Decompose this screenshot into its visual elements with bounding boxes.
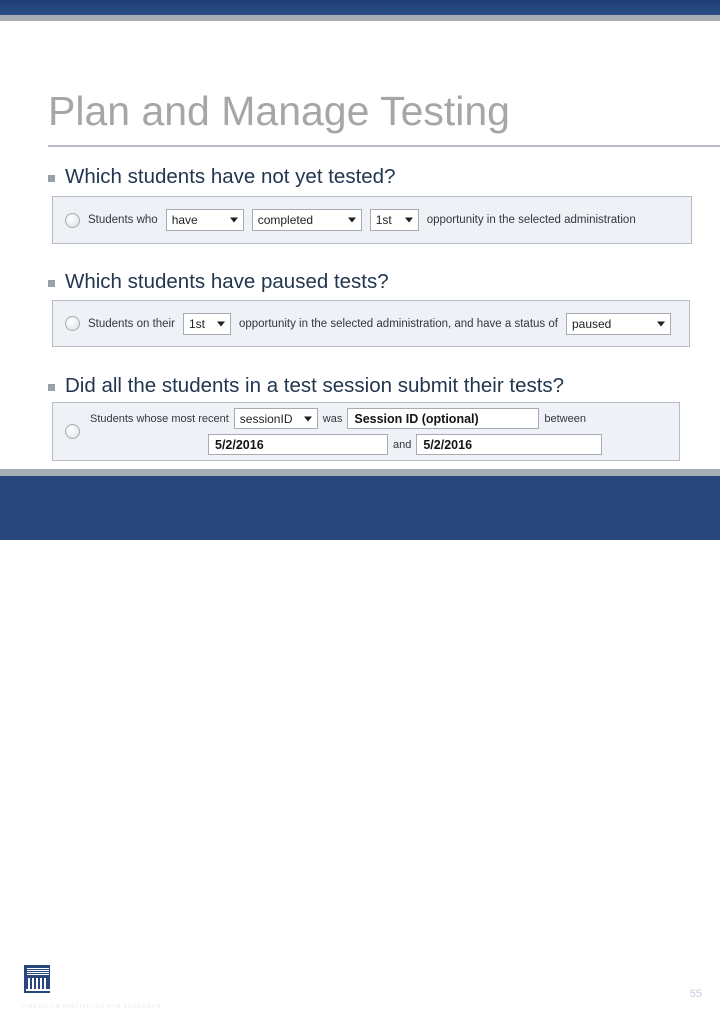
session-id-value: Session ID (optional) [354,412,478,426]
opportunity-select[interactable]: 1st [183,313,231,335]
opportunity-select[interactable]: 1st [370,209,419,231]
chevron-down-icon [405,218,413,223]
bullet-session-submit: Did all the students in a test session s… [48,374,708,398]
bullet-paused: Which students have paused tests? [48,270,708,294]
square-bullet-icon [48,175,55,182]
opportunity-select-value: 1st [189,317,205,331]
start-date-value: 5/2/2016 [215,438,264,452]
registered-mark-icon: ® [118,974,126,984]
session-criteria-row: Students whose most recent sessionID was… [90,408,602,429]
chevron-down-icon [348,218,356,223]
chevron-down-icon [217,321,225,326]
not-tested-radio[interactable] [65,213,80,228]
chevron-down-icon [230,218,238,223]
top-accent-bar-gray [0,15,720,21]
page-title: Plan and Manage Testing [48,88,698,134]
square-bullet-icon [48,280,55,287]
bullet-not-tested: Which students have not yet tested? [48,165,708,189]
session-date-row: 5/2/2016 and 5/2/2016 [90,434,602,455]
square-bullet-icon [48,384,55,391]
query-row: Students on their 1st opportunity in the… [53,301,689,346]
bullet-label: Which students have paused tests? [65,270,389,294]
top-accent-bar-blue [0,0,720,15]
status-select-value: paused [572,317,611,331]
opportunity-select-value: 1st [376,213,392,227]
paused-radio[interactable] [65,316,80,331]
students-on-their-label: Students on their [88,317,175,331]
chevron-down-icon [657,321,665,326]
completed-select[interactable]: completed [252,209,362,231]
query-wrap: Students whose most recent sessionID was… [53,403,679,460]
students-who-label: Students who [88,213,158,227]
query-panel-session[interactable]: Students whose most recent sessionID was… [52,402,680,461]
institute-building-icon [22,963,52,995]
air-logo: AIR® AMERICAN INSTITUTES FOR RESEARCH [22,963,161,1010]
chevron-down-icon [304,416,312,421]
start-date-input[interactable]: 5/2/2016 [208,434,388,455]
air-wordmark: AIR® [56,963,125,1000]
building-roof-shape [27,968,49,976]
footer-band: AIR® AMERICAN INSTITUTES FOR RESEARCH 55 [0,476,720,540]
footer-accent-bar-gray [0,469,720,476]
title-divider [48,145,720,147]
have-select-value: have [172,213,198,227]
status-select[interactable]: paused [566,313,671,335]
bullet-label: Did all the students in a test session s… [65,374,564,398]
and-label: and [393,438,411,452]
air-tagline: AMERICAN INSTITUTES FOR RESEARCH [22,1003,161,1010]
most-recent-label: Students whose most recent [90,412,229,426]
was-label: was [323,412,343,426]
opportunity-trailing-label: opportunity in the selected administrati… [427,213,636,227]
have-select[interactable]: have [166,209,244,231]
building-base-shape [26,989,50,991]
session-field-select-value: sessionID [240,412,293,426]
between-label: between [544,412,586,426]
session-id-input[interactable]: Session ID (optional) [347,408,539,429]
page-number: 55 [690,988,702,1000]
query-rows: Students whose most recent sessionID was… [90,408,602,455]
air-wordmark-text: AIR [56,965,118,1002]
end-date-input[interactable]: 5/2/2016 [416,434,602,455]
completed-select-value: completed [258,213,313,227]
query-panel-paused[interactable]: Students on their 1st opportunity in the… [52,300,690,347]
session-field-select[interactable]: sessionID [234,408,318,429]
air-logo-main: AIR® [22,963,161,1000]
end-date-value: 5/2/2016 [423,438,472,452]
status-lead-label: opportunity in the selected administrati… [239,317,558,331]
bullet-label: Which students have not yet tested? [65,165,395,189]
query-panel-not-tested[interactable]: Students who have completed 1st opportun… [52,196,692,244]
query-row: Students who have completed 1st opportun… [53,197,691,243]
session-radio[interactable] [65,424,80,439]
